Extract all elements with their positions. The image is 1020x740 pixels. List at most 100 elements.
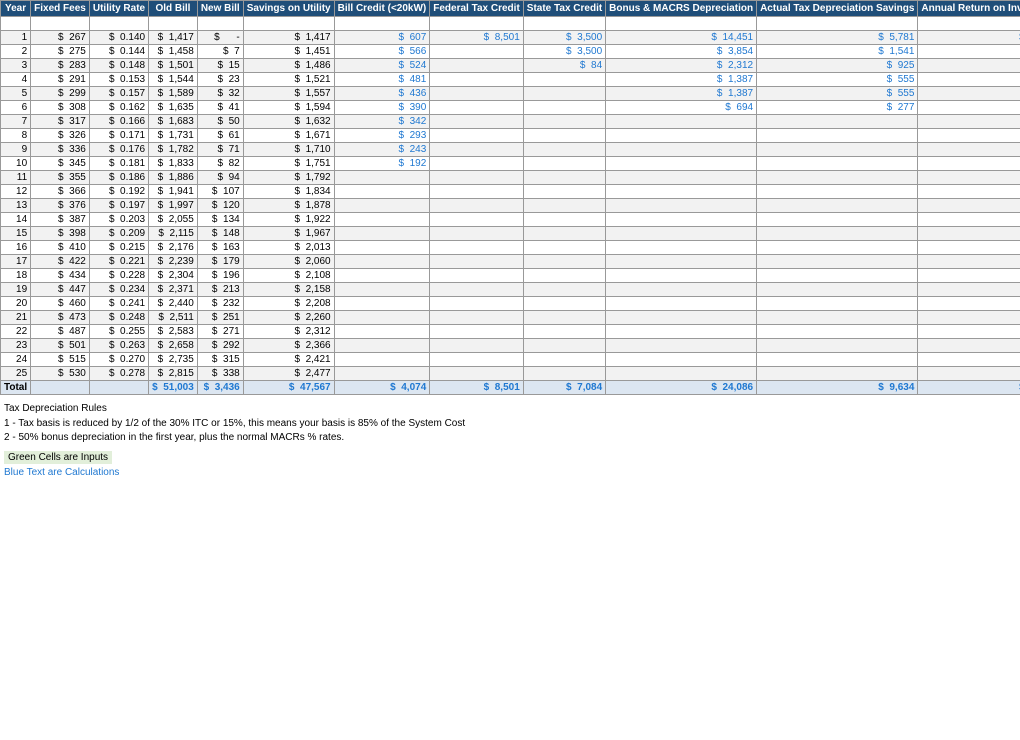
- table-cell: $ 192: [334, 157, 430, 171]
- table-cell: $ 14,451: [606, 31, 757, 45]
- init-annual: [918, 17, 1020, 31]
- table-cell: $ 0.248: [89, 311, 148, 325]
- table-cell: [523, 311, 605, 325]
- table-cell: $ 1,751: [243, 157, 334, 171]
- table-cell: 15: [1, 227, 31, 241]
- table-cell: [757, 339, 918, 353]
- table-cell: $ 61: [197, 129, 243, 143]
- table-cell: $ 1,878: [243, 199, 334, 213]
- table-cell: [430, 87, 524, 101]
- table-cell: 10: [1, 157, 31, 171]
- total-fixed: [31, 381, 90, 395]
- blue-label-text: Blue Text are Calculations: [4, 467, 119, 478]
- table-cell: [606, 115, 757, 129]
- table-cell: [430, 227, 524, 241]
- table-cell: $ 1,922: [243, 213, 334, 227]
- table-cell: $ 2,440: [149, 297, 198, 311]
- table-cell: [523, 367, 605, 381]
- table-cell: $ 8,501: [430, 31, 524, 45]
- table-cell: $ 524: [334, 59, 430, 73]
- table-cell: $ 436: [334, 87, 430, 101]
- table-cell: $ 1,541: [757, 45, 918, 59]
- table-cell: 1: [1, 31, 31, 45]
- table-cell: $ 1,417: [243, 31, 334, 45]
- table-cell: $ 2,312: [243, 325, 334, 339]
- table-cell: $ 1,878: [918, 199, 1020, 213]
- table-cell: [334, 325, 430, 339]
- table-cell: [334, 339, 430, 353]
- table-cell: [757, 115, 918, 129]
- table-cell: $ 2,260: [918, 311, 1020, 325]
- table-cell: [523, 199, 605, 213]
- table-cell: $ 84: [523, 59, 605, 73]
- table-cell: $ 2,158: [918, 283, 1020, 297]
- table-cell: $ 501: [31, 339, 90, 353]
- table-cell: $ 2,208: [243, 297, 334, 311]
- table-cell: $ 2,115: [149, 227, 198, 241]
- table-cell: $ 530: [31, 367, 90, 381]
- table-cell: [523, 143, 605, 157]
- header-year: Year: [1, 1, 31, 17]
- table-cell: [334, 269, 430, 283]
- table-cell: $ 473: [31, 311, 90, 325]
- table-cell: $ 1,782: [149, 143, 198, 157]
- init-oldbill: [149, 17, 198, 31]
- table-cell: $ 2,312: [606, 59, 757, 73]
- table-cell: $ 422: [31, 255, 90, 269]
- table-cell: [523, 269, 605, 283]
- table-row: 16$ 410$ 0.215$ 2,176$ 163$ 2,013$ 2,013…: [1, 241, 1020, 255]
- table-cell: $ 2,260: [243, 311, 334, 325]
- table-cell: [757, 353, 918, 367]
- table-cell: 16: [1, 241, 31, 255]
- table-cell: [430, 101, 524, 115]
- blue-text-label: Blue Text are Calculations: [4, 467, 1016, 478]
- table-cell: $ 1,792: [243, 171, 334, 185]
- total-label: Total: [1, 381, 31, 395]
- table-cell: $ 2,176: [149, 241, 198, 255]
- table-cell: $ 2,060: [243, 255, 334, 269]
- table-cell: $ 50: [197, 115, 243, 129]
- total-actualtax: $ 9,634: [757, 381, 918, 395]
- header-federal: Federal Tax Credit: [430, 1, 524, 17]
- header-billcredit: Bill Credit (<20kW): [334, 1, 430, 17]
- table-cell: $ 0.153: [89, 73, 148, 87]
- table-cell: $ 2,658: [149, 339, 198, 353]
- table-cell: 24: [1, 353, 31, 367]
- table-cell: $ 2,548: [918, 87, 1020, 101]
- table-cell: $ 0.241: [89, 297, 148, 311]
- table-cell: $ 1,671: [243, 129, 334, 143]
- table-cell: $ 1,589: [149, 87, 198, 101]
- table-cell: $ 271: [197, 325, 243, 339]
- table-cell: $ 134: [197, 213, 243, 227]
- table-body: $ (28,336) 1$ 267$ 0.140$ 1,417$ -$ 1,41…: [1, 17, 1020, 381]
- table-cell: $ 2,371: [149, 283, 198, 297]
- table-cell: $ 2,304: [149, 269, 198, 283]
- table-row: 12$ 366$ 0.192$ 1,941$ 107$ 1,834$ 1,834…: [1, 185, 1020, 199]
- table-cell: [606, 213, 757, 227]
- table-cell: $ 1,886: [149, 171, 198, 185]
- table-cell: [606, 171, 757, 185]
- table-cell: $ 23: [197, 73, 243, 87]
- table-cell: [334, 171, 430, 185]
- table-cell: $ 0.209: [89, 227, 148, 241]
- table-cell: $ 3,500: [523, 45, 605, 59]
- table-cell: [757, 185, 918, 199]
- table-cell: [757, 311, 918, 325]
- table-cell: $ 0.255: [89, 325, 148, 339]
- table-row: 23$ 501$ 0.263$ 2,658$ 292$ 2,366$ 2,366…: [1, 339, 1020, 353]
- table-cell: $ 94: [197, 171, 243, 185]
- table-cell: $ 1,792: [918, 171, 1020, 185]
- init-year: [1, 17, 31, 31]
- table-cell: [523, 227, 605, 241]
- total-row: Total $ 51,003 $ 3,436 $ 47,567 $ 4,074 …: [1, 381, 1020, 395]
- init-actualtax: [757, 17, 918, 31]
- table-cell: $ 163: [197, 241, 243, 255]
- table-cell: $ 1,834: [918, 185, 1020, 199]
- table-cell: $ 1,997: [149, 199, 198, 213]
- table-cell: $ 2,208: [918, 297, 1020, 311]
- table-cell: $ 366: [31, 185, 90, 199]
- table-cell: [523, 157, 605, 171]
- table-cell: $ 0.270: [89, 353, 148, 367]
- table-cell: 14: [1, 213, 31, 227]
- table-cell: [430, 325, 524, 339]
